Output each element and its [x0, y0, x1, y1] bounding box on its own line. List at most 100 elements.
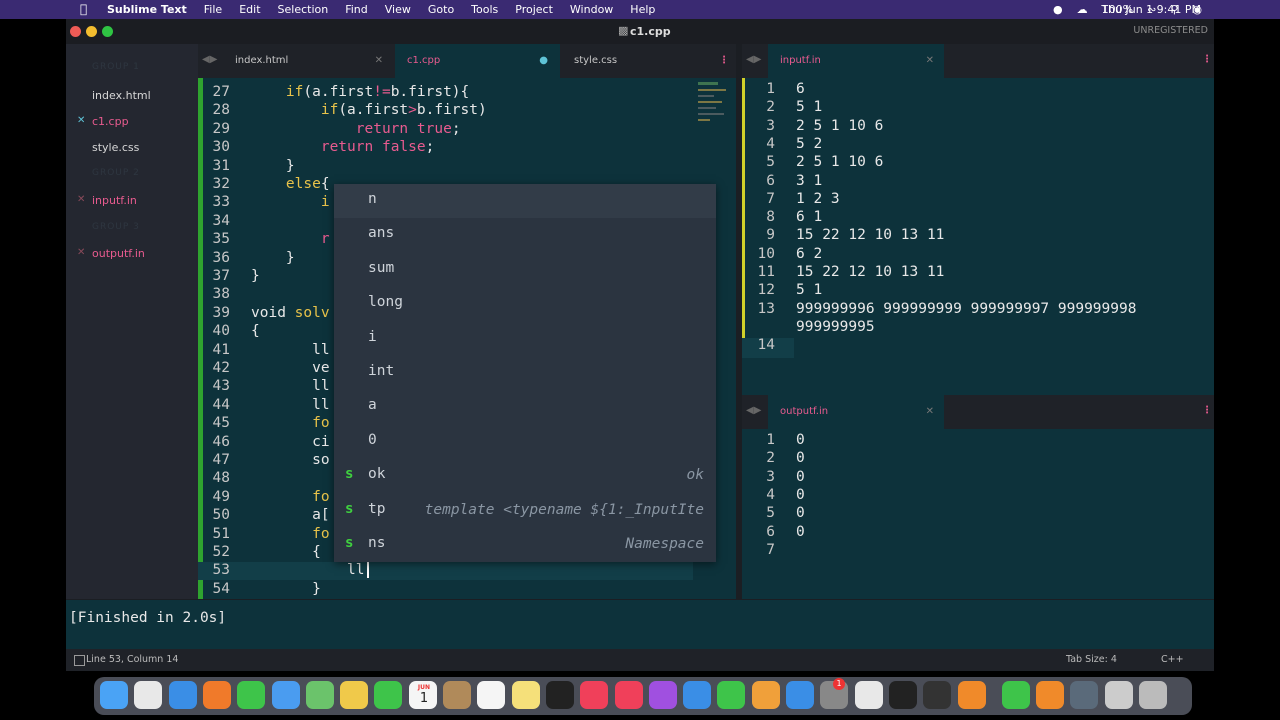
file-line[interactable]: 7: [742, 542, 1212, 560]
file-line[interactable]: 60: [742, 524, 1212, 542]
tab-outputf-in[interactable]: outputf.in ✕: [768, 395, 944, 429]
tab-size[interactable]: Tab Size: 4: [1066, 654, 1117, 665]
facetime-icon[interactable]: [374, 681, 403, 709]
autocomplete-item[interactable]: s ok ok: [334, 459, 716, 493]
reminders-icon[interactable]: [477, 681, 506, 709]
autocomplete-item[interactable]: s tp template <typename ${1:_InputIte: [334, 494, 716, 528]
tab-nav-arrows-icon[interactable]: ◀▶: [746, 54, 761, 65]
appstore-icon[interactable]: [786, 681, 814, 709]
unsaved-dot-icon[interactable]: ●: [539, 44, 548, 78]
autocomplete-item[interactable]: ans: [334, 218, 716, 252]
trash-icon[interactable]: [1139, 681, 1167, 709]
menu-find[interactable]: Find: [345, 3, 368, 16]
notes-icon[interactable]: [511, 681, 540, 709]
sidebar-item-index-html[interactable]: index.html: [92, 89, 151, 102]
close-window-button[interactable]: [70, 26, 81, 37]
autocomplete-item[interactable]: s ns Namespace: [334, 528, 716, 562]
file-line[interactable]: 999999995: [742, 319, 1212, 337]
close-icon[interactable]: ✕: [926, 44, 934, 78]
close-icon[interactable]: ✕: [77, 247, 85, 258]
photos-icon[interactable]: [340, 681, 369, 709]
file-line[interactable]: 2 5 1: [742, 99, 1212, 117]
appletv-icon[interactable]: [545, 681, 574, 709]
autocomplete-item[interactable]: 0: [334, 425, 716, 459]
music-icon[interactable]: [580, 681, 609, 709]
numbers-icon[interactable]: [717, 681, 746, 709]
input-file-editor[interactable]: 1625 132 5 1 10 645 252 5 1 10 663 171 2…: [742, 78, 1214, 391]
whatsapp-icon[interactable]: [1001, 681, 1030, 709]
mail-icon[interactable]: [271, 681, 300, 709]
tab-style-css[interactable]: style.css ⋮: [562, 44, 732, 78]
file-line[interactable]: 10: [742, 432, 1212, 450]
code-line[interactable]: 54 }: [198, 581, 693, 599]
news-icon[interactable]: [614, 681, 643, 709]
file-line[interactable]: 10 6 2: [742, 246, 1212, 264]
menu-help[interactable]: Help: [630, 3, 655, 16]
close-icon[interactable]: ✕: [77, 194, 85, 205]
code-line[interactable]: 53 ll: [198, 562, 693, 581]
tab-index-html[interactable]: index.html ✕: [225, 44, 391, 78]
file-line[interactable]: 14: [742, 337, 1212, 355]
code-line[interactable]: 30 return false;: [198, 139, 693, 157]
chrome-icon[interactable]: [854, 681, 883, 709]
autocomplete-item[interactable]: int: [334, 356, 716, 390]
clock[interactable]: Thu Jun 1 9:41 PM: [1101, 3, 1201, 16]
code-line[interactable]: 31 }: [198, 158, 693, 176]
more-icon[interactable]: ⋮: [719, 44, 729, 78]
file-line[interactable]: 4 5 2: [742, 136, 1212, 154]
sidebar-item-style-css[interactable]: style.css: [92, 141, 139, 154]
menu-view[interactable]: View: [385, 3, 411, 16]
pages-icon[interactable]: [751, 681, 780, 709]
code-line[interactable]: 28 if(a.first>b.first): [198, 102, 693, 120]
autocomplete-item[interactable]: a: [334, 390, 716, 424]
autocomplete-item[interactable]: i: [334, 322, 716, 356]
podcasts-icon[interactable]: [648, 681, 677, 709]
menu-window[interactable]: Window: [570, 3, 613, 16]
sidebar-item-c1-cpp[interactable]: c1.cpp: [92, 115, 129, 128]
messages-icon[interactable]: [237, 681, 266, 709]
file-line[interactable]: 40: [742, 487, 1212, 505]
file-line[interactable]: 20: [742, 450, 1212, 468]
menu-goto[interactable]: Goto: [428, 3, 454, 16]
tab-nav-arrows-icon[interactable]: ◀▶: [202, 54, 217, 65]
file-line[interactable]: 12 5 1: [742, 282, 1212, 300]
output-file-editor[interactable]: 1020304050607: [742, 429, 1214, 599]
menu-file[interactable]: File: [204, 3, 222, 16]
app-menu[interactable]: Sublime Text: [107, 3, 187, 16]
vlc-icon[interactable]: [957, 681, 986, 709]
more-icon[interactable]: ⋮: [1202, 405, 1212, 416]
launchpad-icon[interactable]: [134, 681, 163, 709]
autocomplete-popup[interactable]: n ans sum long i int a 0 s ok ok s tp template <typen…: [334, 184, 716, 562]
file-line[interactable]: 30: [742, 469, 1212, 487]
safari-icon[interactable]: [168, 681, 197, 709]
file-line[interactable]: 11 15 22 12 10 13 11: [742, 264, 1212, 282]
keynote-icon[interactable]: [683, 681, 712, 709]
more-icon[interactable]: ⋮: [1202, 54, 1212, 65]
minimize-window-button[interactable]: [86, 26, 97, 37]
record-icon[interactable]: ●: [1053, 3, 1063, 16]
syntax-label[interactable]: C++: [1161, 654, 1184, 665]
menu-project[interactable]: Project: [515, 3, 553, 16]
close-icon[interactable]: ✕: [926, 395, 934, 429]
file-line[interactable]: 50: [742, 505, 1212, 523]
sublime-icon[interactable]: [1036, 681, 1065, 709]
zoom-window-button[interactable]: [102, 26, 113, 37]
file-line[interactable]: 16: [742, 81, 1212, 99]
menu-tools[interactable]: Tools: [471, 3, 498, 16]
console-icon[interactable]: [923, 681, 952, 709]
tab-c1-cpp[interactable]: c1.cpp ●: [395, 44, 560, 78]
file-line[interactable]: 5 2 5 1 10 6: [742, 154, 1212, 172]
menu-selection[interactable]: Selection: [278, 3, 329, 16]
tab-inputf-in[interactable]: inputf.in ✕: [768, 44, 944, 78]
menu-edit[interactable]: Edit: [239, 3, 260, 16]
contacts-icon[interactable]: [443, 681, 471, 709]
quicktime-icon[interactable]: [1070, 681, 1099, 709]
finder-icon[interactable]: [100, 681, 128, 709]
file-line[interactable]: 8 6 1: [742, 209, 1212, 227]
file-line[interactable]: 3 2 5 1 10 6: [742, 118, 1212, 136]
file-line[interactable]: 9 15 22 12 10 13 11: [742, 227, 1212, 245]
autocomplete-item[interactable]: sum: [334, 253, 716, 287]
cloud-icon[interactable]: ☁: [1077, 3, 1088, 16]
sidebar-item-outputf-in[interactable]: outputf.in: [92, 247, 145, 260]
panel-toggle-icon[interactable]: [74, 655, 85, 666]
